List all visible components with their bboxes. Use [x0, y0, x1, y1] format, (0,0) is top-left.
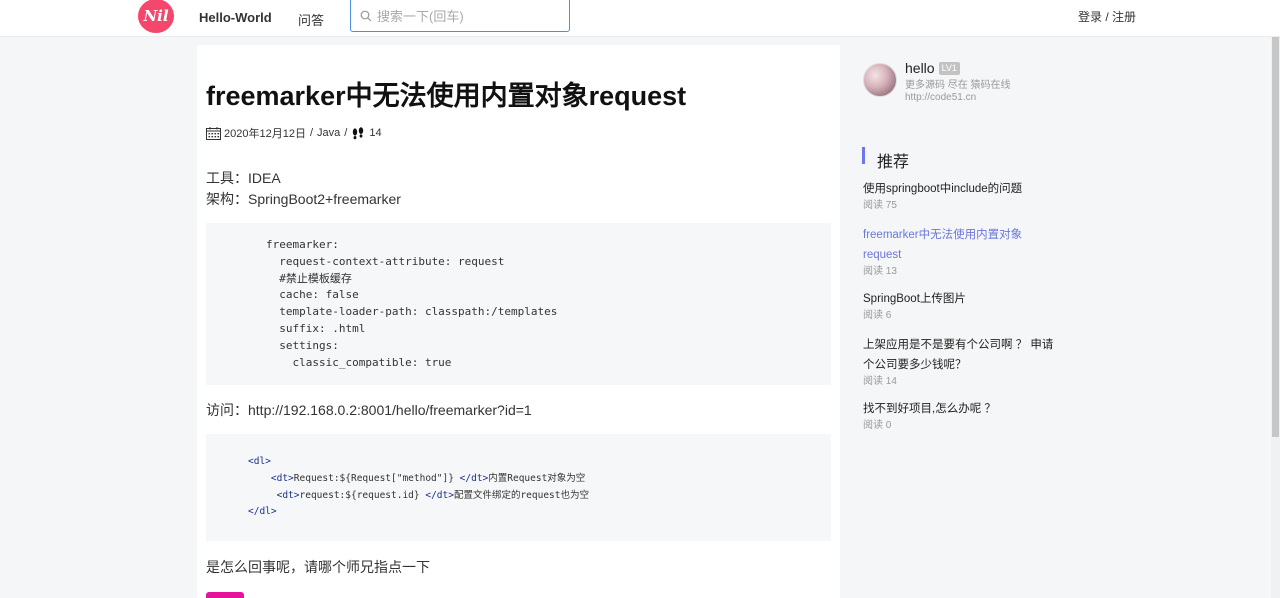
- meta-separator: /: [309, 127, 314, 139]
- recommend-item: 找不到好项目,怎么办呢 ？ 阅读 0: [863, 399, 1063, 432]
- code-tag: </dt>: [459, 472, 489, 484]
- calendar-icon: [206, 126, 221, 140]
- level-badge: LV1: [938, 62, 960, 75]
- scrollbar-thumb[interactable]: [1272, 37, 1279, 437]
- paragraph-tool: 工具：IDEA: [206, 170, 281, 186]
- recommend-reads: 阅读 6: [863, 310, 892, 321]
- author-name-row: hello LV1: [905, 60, 960, 76]
- site-logo[interactable]: Nil: [138, 0, 174, 33]
- code-block-html: <dl> <dt>Request:${Request["method"]} </…: [206, 434, 831, 541]
- recommend-reads: 阅读 14: [863, 376, 897, 387]
- recommend-link[interactable]: 使用springboot中include的问题: [863, 179, 1063, 199]
- recommend-reads: 阅读 13: [863, 266, 897, 277]
- sidebar: hello LV1 更多源码 尽在 猿码在线 http://code51.cn 推…: [855, 45, 1065, 598]
- code-text: Request:${Request["method"]}: [293, 472, 460, 484]
- code-text: 配置文件绑定的request也为空: [453, 489, 589, 501]
- recommend-item: 使用springboot中include的问题 阅读 75: [863, 179, 1063, 212]
- action-button[interactable]: [206, 592, 244, 598]
- search-input[interactable]: [377, 7, 562, 25]
- recommend-link[interactable]: 上架应用是不是要有个公司啊 ？ 申请个公司要多少钱呢？: [863, 335, 1059, 375]
- meta-separator: /: [344, 127, 348, 139]
- author-bio: 更多源码 尽在 猿码在线: [905, 80, 1011, 91]
- recommend-item: freemarker中无法使用内置对象request 阅读 13: [863, 225, 1063, 278]
- recommend-link-active[interactable]: freemarker中无法使用内置对象request: [863, 225, 1043, 265]
- article-title: freemarker中无法使用内置对象request: [206, 81, 687, 111]
- article-category[interactable]: Java: [317, 127, 340, 139]
- nav-item-ask[interactable]: 问答: [298, 10, 324, 29]
- page-scrollbar[interactable]: [1271, 37, 1280, 598]
- recommend-item: 上架应用是不是要有个公司啊 ？ 申请个公司要多少钱呢？ 阅读 14: [863, 335, 1063, 388]
- recommend-heading: 推荐: [877, 154, 910, 171]
- paragraph-architecture: 架构：SpringBoot2+freemarker: [206, 191, 401, 207]
- auth-links: 登录 / 注册: [1078, 8, 1136, 25]
- code-tag: <dt>: [276, 489, 300, 501]
- code-text: 内置Request对象为空: [488, 472, 586, 484]
- register-link[interactable]: 注册: [1112, 10, 1136, 24]
- site-name-link[interactable]: Hello-World: [199, 10, 272, 25]
- paragraph-question: 是怎么回事呢，请哪个师兄指点一下: [206, 559, 430, 575]
- avatar[interactable]: [863, 63, 897, 97]
- recommend-link[interactable]: 找不到好项目,怎么办呢 ？: [863, 399, 1063, 419]
- article-meta: 2020年12月12日 / Java / 14: [206, 125, 382, 141]
- code-tag: <dl>: [248, 456, 271, 467]
- code-text: request:${request.id}: [299, 489, 426, 501]
- recommend-reads: 阅读 0: [863, 420, 892, 431]
- recommend-item: SpringBoot上传图片 阅读 6: [863, 289, 1063, 322]
- footprint-icon: [353, 126, 364, 139]
- article-views: 14: [369, 127, 382, 139]
- top-navbar: Nil Hello-World 问答 登录 / 注册: [0, 0, 1280, 37]
- section-accent-bar: [862, 147, 865, 164]
- author-url: http://code51.cn: [905, 92, 977, 103]
- recommend-reads: 阅读 75: [863, 200, 897, 211]
- auth-separator: /: [1105, 10, 1109, 24]
- paragraph-access-url: 访问：http://192.168.0.2:8001/hello/freemar…: [206, 402, 532, 418]
- code-tag: <dt>: [270, 472, 294, 484]
- article-date: 2020年12月12日: [224, 128, 306, 140]
- code-tag: </dt>: [425, 489, 454, 501]
- code-block-yaml: freemarker: request-context-attribute: r…: [206, 223, 831, 385]
- login-link[interactable]: 登录: [1078, 10, 1102, 24]
- article-card: freemarker中无法使用内置对象request 2020年12月12日 /…: [197, 45, 840, 598]
- code-tag: </dl>: [248, 506, 277, 518]
- author-name[interactable]: hello: [905, 60, 935, 76]
- search-icon: [360, 10, 372, 22]
- search-box[interactable]: [350, 0, 570, 32]
- recommend-link[interactable]: SpringBoot上传图片: [863, 289, 1063, 309]
